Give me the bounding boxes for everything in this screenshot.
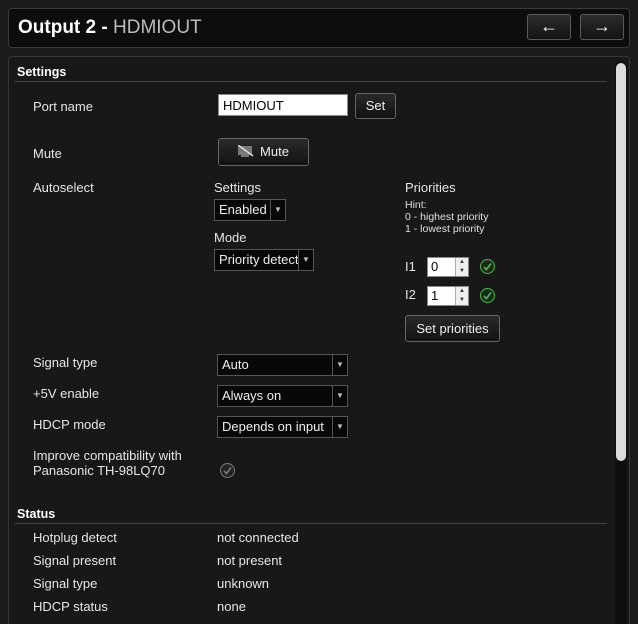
autoselect-settings-value: Enabled [219, 202, 267, 217]
autoselect-label: Autoselect [33, 180, 94, 195]
mute-label: Mute [33, 146, 62, 161]
chevron-down-icon: ▼ [332, 417, 347, 437]
hint-line-1: 0 - highest priority [405, 211, 489, 223]
mute-button[interactable]: Mute [218, 138, 309, 166]
port-name-input[interactable] [218, 94, 348, 116]
mode-select[interactable]: Priority detect ▼ [214, 249, 314, 271]
priorities-label: Priorities [405, 180, 456, 195]
status-label: Signal type [33, 576, 98, 591]
signal-type-value: Auto [222, 357, 249, 372]
chevron-down-icon: ▼ [332, 355, 347, 375]
set-priorities-button[interactable]: Set priorities [405, 315, 500, 342]
arrow-left-icon: ← [540, 16, 558, 36]
autoselect-settings-select[interactable]: Enabled ▼ [214, 199, 286, 221]
hdcp-mode-value: Depends on input [222, 419, 324, 434]
priority-stepper-i1[interactable]: 0 ▲ ▼ [427, 257, 469, 277]
compat-label-line-1: Improve compatibility with [33, 448, 182, 463]
autoselect-settings-label: Settings [214, 180, 261, 195]
scrollbar-thumb[interactable] [616, 63, 626, 461]
output-name: Output 2 [18, 17, 97, 38]
chevron-down-icon: ▼ [270, 200, 285, 220]
compat-checkbox[interactable] [220, 463, 235, 478]
compat-label-line-2: Panasonic TH-98LQ70 [33, 463, 166, 478]
signal-type-label: Signal type [33, 355, 98, 370]
hint-title: Hint: [405, 199, 427, 211]
mode-value: Priority detect [219, 252, 299, 267]
output-panel: Settings Port name Set Mute Mute Autosel… [8, 56, 630, 624]
priority-value: 1 [431, 288, 439, 303]
spin-arrows-icon[interactable]: ▲ ▼ [455, 258, 468, 276]
arrow-right-icon: → [593, 16, 611, 36]
hint-line-2: 1 - lowest priority [405, 223, 485, 235]
priority-input-label: I2 [405, 287, 416, 302]
chevron-down-icon: ▼ [298, 250, 313, 270]
speaker-muted-icon [237, 140, 254, 157]
priority-value: 0 [431, 259, 439, 274]
port-name-label: Port name [33, 99, 93, 114]
settings-divider [15, 81, 607, 82]
spin-arrows-icon[interactable]: ▲ ▼ [455, 287, 468, 305]
hdcp-mode-label: HDCP mode [33, 417, 106, 432]
port-name-title: HDMIOUT [113, 17, 202, 38]
status-label: Signal present [33, 553, 117, 568]
page-title: Output 2 - HDMIOUT [18, 17, 202, 39]
plus5v-value: Always on [222, 388, 282, 403]
title-separator: - [96, 17, 113, 38]
status-value: none [217, 599, 246, 614]
priority-stepper-i2[interactable]: 1 ▲ ▼ [427, 286, 469, 306]
hdcp-mode-select[interactable]: Depends on input ▼ [217, 416, 348, 438]
page-header: Output 2 - HDMIOUT ← → [8, 8, 630, 48]
set-port-name-button[interactable]: Set [355, 93, 396, 119]
mode-label: Mode [214, 230, 247, 245]
previous-output-button[interactable]: ← [527, 14, 571, 40]
plus5v-select[interactable]: Always on ▼ [217, 385, 348, 407]
status-value: not connected [217, 530, 299, 545]
status-divider [15, 523, 607, 524]
status-label: Hotplug detect [33, 530, 117, 545]
priority-input-label: I1 [405, 259, 416, 274]
settings-section-title: Settings [17, 65, 67, 79]
status-value: not present [217, 553, 283, 568]
plus5v-label: +5V enable [33, 386, 100, 401]
mute-button-label: Mute [260, 144, 289, 159]
status-section-title: Status [17, 507, 56, 521]
next-output-button[interactable]: → [580, 14, 624, 40]
scrollbar[interactable] [615, 61, 627, 624]
check-circle-icon [480, 259, 495, 274]
chevron-down-icon: ▼ [332, 386, 347, 406]
check-circle-icon [480, 288, 495, 303]
status-value: unknown [217, 576, 270, 591]
status-label: HDCP status [33, 599, 108, 614]
signal-type-select[interactable]: Auto ▼ [217, 354, 348, 376]
